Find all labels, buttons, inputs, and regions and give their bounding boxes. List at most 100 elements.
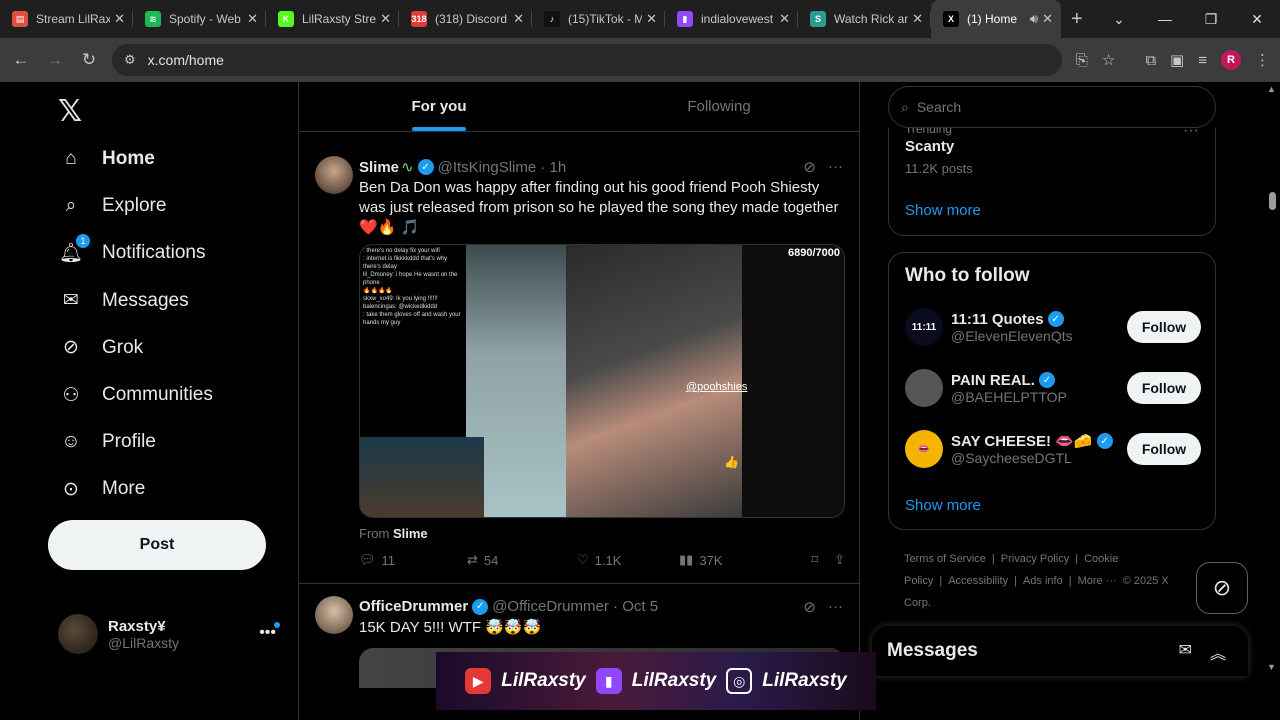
browser-tab[interactable]: ≋ Spotify - Web ✕ (133, 0, 266, 38)
follow-button[interactable]: Follow (1127, 433, 1201, 465)
scroll-down-icon[interactable]: ▼ (1267, 662, 1276, 672)
suggestion-name[interactable]: SAY CHEESE! 👄🧀 (951, 432, 1093, 450)
grok-button[interactable]: ⊘ (1196, 562, 1248, 614)
footer-link[interactable]: More ··· (1078, 575, 1117, 587)
follow-suggestion[interactable]: PAIN REAL. ✓ @BAEHELPTTOP Follow (905, 366, 1201, 410)
tweet-more-icon[interactable]: ··· (828, 158, 843, 176)
sidebar-item-messages[interactable]: ✉ Messages (58, 288, 189, 314)
tweet-more-icon[interactable]: ··· (828, 598, 843, 616)
bookmark-star-icon[interactable]: ☆ (1102, 51, 1115, 69)
follow-suggestion[interactable]: 👄 SAY CHEESE! 👄🧀 ✓ @SaycheeseDGTL Follow (905, 427, 1201, 471)
source-name[interactable]: Slime (393, 526, 428, 541)
tweet[interactable]: Slime ∿ ✓ @ItsKingSlime · 1h ⊘ ··· Ben D… (299, 148, 859, 584)
footer-link[interactable]: Privacy Policy (1001, 553, 1069, 565)
avatar[interactable]: 👄 (905, 430, 943, 468)
avatar[interactable] (905, 369, 943, 407)
follow-show-more-link[interactable]: Show more (905, 497, 981, 514)
tweet-author-name[interactable]: Slime (359, 159, 399, 176)
expand-drawer-icon[interactable]: ︽ (1210, 640, 1226, 664)
browser-tab[interactable]: ♪ (15)TikTok - M ✕ (532, 0, 665, 38)
tweet-time[interactable]: 1h (550, 159, 567, 176)
close-tab-icon[interactable]: ✕ (380, 11, 391, 27)
tab-audio-icon[interactable]: 🔊︎ (1030, 11, 1038, 27)
sidebar-item-profile[interactable]: ☺ Profile (58, 429, 156, 455)
footer-link[interactable]: Terms of Service (904, 553, 986, 565)
new-tab-icon[interactable]: + (1071, 8, 1083, 31)
scroll-up-icon[interactable]: ▲ (1267, 84, 1276, 94)
repost-button[interactable]: ⇄ 54 (467, 552, 577, 568)
extensions-icon[interactable]: ⧉ (1145, 52, 1156, 69)
scrollbar-thumb[interactable] (1269, 192, 1276, 210)
tab-following[interactable]: Following (579, 82, 859, 131)
close-window-icon[interactable]: ✕ (1234, 11, 1280, 28)
tweet-author-name[interactable]: OfficeDrummer (359, 598, 468, 615)
forward-arrow-icon[interactable]: → (38, 50, 72, 70)
reload-icon[interactable]: ↻ (72, 50, 106, 70)
tweet-author-handle[interactable]: @ItsKingSlime (438, 159, 537, 176)
back-arrow-icon[interactable]: ← (4, 50, 38, 70)
browser-tab[interactable]: ▤ Stream LilRax ✕ (0, 0, 133, 38)
search-input[interactable]: ⌕ Search (888, 86, 1216, 128)
page-scrollbar[interactable]: ▲ ▼ (1265, 82, 1280, 676)
close-tab-icon[interactable]: ✕ (247, 11, 258, 27)
tweet-video[interactable]: : there's no delay fix your wifi: intern… (359, 244, 845, 518)
suggestion-name[interactable]: 11:11 Quotes (951, 311, 1044, 328)
tweet-time[interactable]: Oct 5 (622, 598, 658, 615)
tweet-author-avatar[interactable] (315, 596, 353, 634)
reply-button[interactable]: 💬︎ 11 (359, 552, 467, 568)
suggestion-name[interactable]: PAIN REAL. (951, 372, 1035, 389)
browser-tab[interactable]: K LilRaxsty Stre ✕ (266, 0, 399, 38)
follow-suggestion[interactable]: 11:11 11:11 Quotes ✓ @ElevenElevenQts Follow (905, 305, 1201, 349)
tweet-author-handle[interactable]: @OfficeDrummer (492, 598, 609, 615)
messages-drawer[interactable]: Messages ✉ ︽ (872, 626, 1248, 676)
sidebar-item-notifications[interactable]: 🔔︎ 1 Notifications (58, 234, 206, 266)
sidebar-icon[interactable]: ▣ (1170, 51, 1184, 69)
trend-name[interactable]: Scanty (905, 138, 954, 155)
like-button[interactable]: ♡ 1.1K (577, 552, 679, 568)
views-button[interactable]: ▮▮ 37K (679, 552, 797, 568)
close-tab-icon[interactable]: ✕ (513, 11, 524, 27)
more-dots-icon[interactable]: ••• (259, 624, 276, 642)
post-button[interactable]: Post (48, 520, 266, 570)
follow-button[interactable]: Follow (1127, 311, 1201, 343)
browser-tab[interactable]: 318 (318) Discord ✕ (399, 0, 532, 38)
x-logo-icon[interactable]: 𝕏 (58, 94, 82, 129)
browser-tab[interactable]: X (1) Home 🔊︎ ✕ (931, 0, 1061, 38)
tab-search-icon[interactable]: ⌄ (1096, 11, 1142, 28)
share-icon[interactable]: ⇪ (834, 552, 845, 568)
tab-for-you[interactable]: For you (299, 82, 579, 131)
follow-button[interactable]: Follow (1127, 372, 1201, 404)
footer-link[interactable]: Accessibility (948, 575, 1008, 587)
profile-avatar[interactable]: R (1221, 50, 1241, 70)
chat-line: skxw_xo49: Ik you lying !!!!!! (363, 296, 438, 302)
grok-icon[interactable]: ⊘ (803, 158, 816, 176)
browser-tab[interactable]: ▮ indialovewest ✕ (665, 0, 798, 38)
bookmark-icon[interactable]: ⌑ (811, 552, 818, 568)
footer-link[interactable]: Ads info (1023, 575, 1063, 587)
browser-menu-icon[interactable]: ⋮ (1255, 51, 1270, 69)
sidebar-item-explore[interactable]: ⌕ Explore (58, 193, 167, 219)
minimize-icon[interactable]: — (1142, 11, 1188, 27)
close-tab-icon[interactable]: ✕ (1042, 11, 1053, 27)
new-message-icon[interactable]: ✉ (1179, 640, 1192, 664)
site-info-icon[interactable]: ⚙ (124, 52, 136, 68)
avatar[interactable]: 11:11 (905, 308, 943, 346)
browser-tab[interactable]: S Watch Rick an ✕ (798, 0, 931, 38)
media-controls-icon[interactable]: ≡ (1198, 52, 1207, 69)
grok-icon[interactable]: ⊘ (803, 598, 816, 616)
trends-show-more-link[interactable]: Show more (905, 202, 981, 219)
sidebar-item-grok[interactable]: ⊘ Grok (58, 335, 143, 361)
account-switcher[interactable]: Raxsty¥ @LilRaxsty ••• (58, 612, 288, 656)
tweet-author-avatar[interactable] (315, 156, 353, 194)
address-bar[interactable]: ⚙ x.com/home (112, 44, 1062, 76)
close-tab-icon[interactable]: ✕ (779, 11, 790, 27)
close-tab-icon[interactable]: ✕ (912, 11, 923, 27)
maximize-icon[interactable]: ❐ (1188, 11, 1234, 28)
close-tab-icon[interactable]: ✕ (646, 11, 657, 27)
sidebar-item-communities[interactable]: ⚇ Communities (58, 382, 212, 408)
like-count: 1.1K (594, 552, 622, 568)
sidebar-item-home[interactable]: ⌂ Home (58, 146, 155, 172)
sidebar-item-more[interactable]: ⊙ More (58, 476, 145, 502)
install-app-icon[interactable]: ⎘ (1076, 52, 1088, 69)
close-tab-icon[interactable]: ✕ (114, 11, 125, 27)
